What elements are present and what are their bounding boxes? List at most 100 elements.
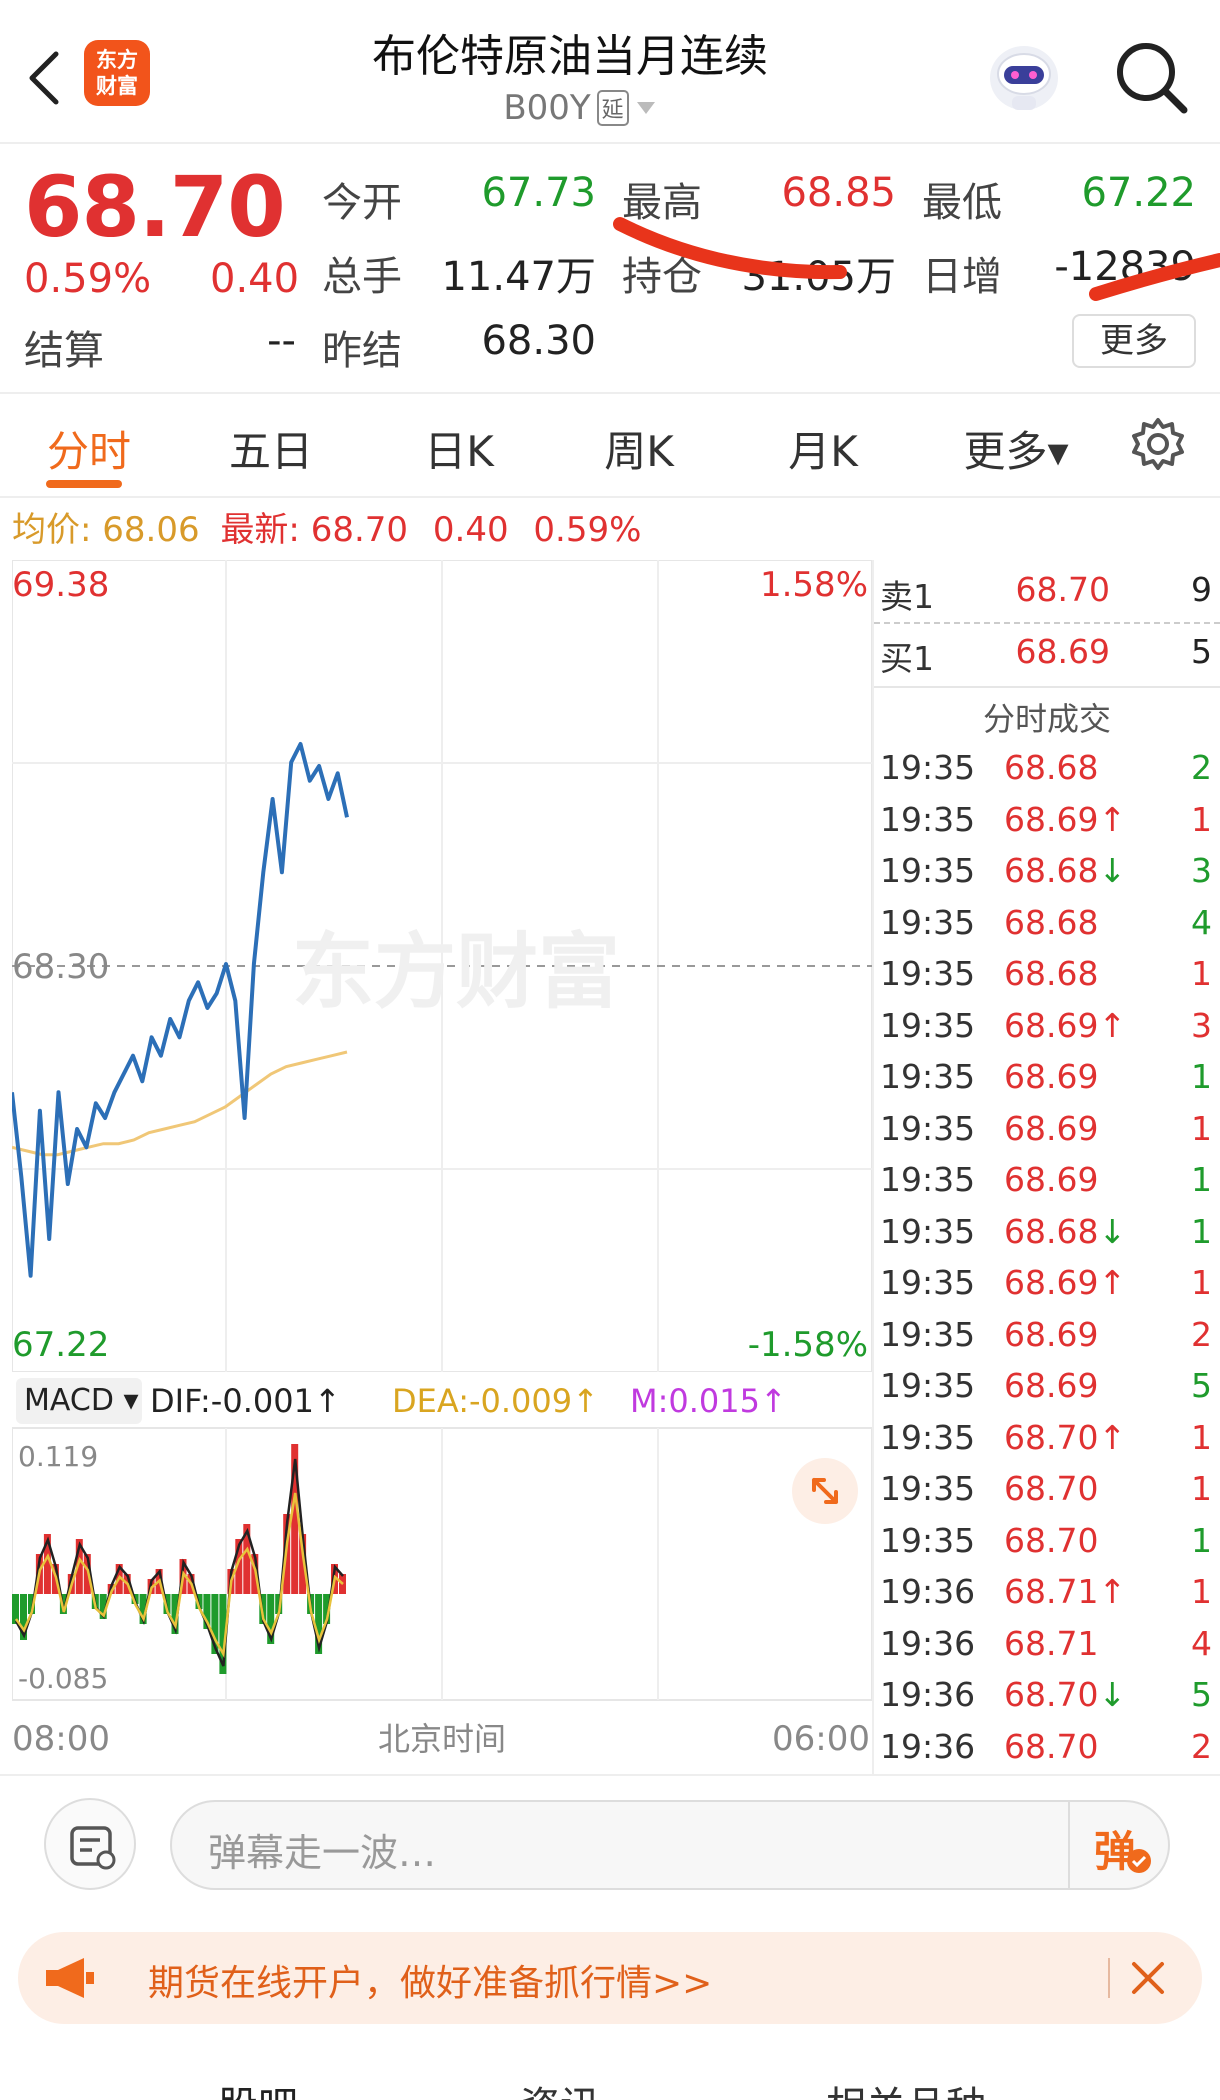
check-badge-icon [1127,1849,1151,1873]
logo-text: 东方 [96,48,138,72]
more-quote-button[interactable]: 更多 [1072,314,1196,368]
trade-price: 68.70 [1004,1726,1099,1766]
trade-time: 19:35 [880,954,976,993]
trade-time: 19:36 [880,1623,976,1663]
expand-chart-button[interactable] [792,1458,858,1524]
trade-time: 19:36 [880,1726,976,1766]
comment-placeholder: 弹幕走一波… [208,1831,437,1875]
ask-price: 68.70 [1015,570,1110,609]
contract-code[interactable]: B00Y 延 [450,88,710,128]
avg-label: 均价: [12,510,92,550]
trade-row: 19:36 68.71 4 [874,1624,1220,1674]
trade-volume: 1 [1191,1057,1212,1096]
trade-volume: 1 [1191,1572,1212,1611]
trade-volume: 1 [1191,1211,1212,1251]
intraday-chart[interactable]: 东方财富 69.38 68.30 67.22 1.58% -1.58% 0.11… [10,559,873,1774]
trade-row: 19:35 68.68↓ 1 [874,1212,1220,1262]
trade-row: 19:35 68.69 2 [874,1315,1220,1365]
trade-volume: 1 [1191,799,1212,839]
page-title: 布伦特原油当月连续 [372,31,768,82]
top-bar: 东方 财富 布伦特原油当月连续 B00Y 延 [0,0,1220,142]
trade-price: 68.70↓ [1004,1675,1127,1714]
change-percent: 0.59% [24,256,152,302]
indicator-selector[interactable]: MACD ▾ [16,1378,142,1424]
trade-time: 19:36 [880,1675,976,1714]
trade-row: 19:35 68.70↑ 1 [874,1418,1220,1468]
app-logo[interactable]: 东方 财富 [84,40,150,106]
trade-volume: 4 [1191,1623,1212,1663]
tab-monthly-k[interactable]: 月K [778,418,868,479]
latest-change-pct: 0.59% [533,510,642,550]
robot-assistant-icon[interactable] [982,38,1066,118]
divider [1068,1802,1070,1888]
trade-row: 19:35 68.69↑ 1 [874,1263,1220,1313]
comment-input[interactable]: 弹幕走一波… 弹 [170,1800,1170,1890]
danmaku-settings-button[interactable] [44,1798,136,1890]
trade-time: 19:35 [880,1314,976,1354]
trade-time: 19:35 [880,799,976,839]
trade-volume: 1 [1191,1160,1212,1199]
tab-daily-k[interactable]: 日K [414,418,504,479]
x-axis-title: 北京时间 [378,1720,506,1758]
tab-weekly-k[interactable]: 周K [594,418,684,479]
trade-volume: 5 [1191,1675,1212,1714]
trade-row: 19:35 68.69↑ 1 [874,800,1220,850]
bid-row: 买1 68.69 5 [874,632,1220,682]
trade-time: 19:35 [880,1211,976,1251]
trade-volume: 2 [1191,1726,1212,1766]
trade-price: 68.71↑ [1004,1572,1127,1611]
list-settings-icon [70,1826,116,1870]
trade-row: 19:36 68.70 2 [874,1727,1220,1777]
close-icon[interactable] [1128,1958,1168,1998]
trade-row: 19:35 68.68 4 [874,903,1220,953]
volume-value: 11.47万 [441,254,596,300]
back-arrow-icon[interactable] [22,50,66,106]
x-end-label: 06:00 [772,1719,870,1759]
trade-volume: 1 [1191,1263,1212,1302]
tab-forum[interactable]: 股吧 [218,2074,298,2100]
trade-time: 19:35 [880,748,976,787]
trade-row: 19:35 68.68 2 [874,748,1220,798]
promo-text: 期货在线开户，做好准备抓行情>> [148,1963,713,2004]
trade-volume: 3 [1191,851,1212,890]
trade-row: 19:35 68.69 1 [874,1057,1220,1107]
trade-volume: 4 [1191,902,1212,942]
delay-badge: 延 [596,90,629,126]
active-tab-indicator [46,480,122,488]
prev-settle-value: 68.30 [481,318,596,364]
trade-price: 68.69 [1004,1108,1099,1148]
trade-row: 19:35 68.70 1 [874,1469,1220,1519]
intraday-info-line: 均价: 68.06 最新: 68.70 0.40 0.59% [0,500,1220,560]
trade-row: 19:36 68.71↑ 1 [874,1572,1220,1622]
tab-more[interactable]: 更多▾ [956,418,1076,479]
trade-volume: 1 [1191,1469,1212,1508]
trade-time: 19:35 [880,1108,976,1148]
settle-value: -- [267,318,296,364]
y-min-label: 67.22 [12,1325,109,1365]
settings-gear-icon[interactable] [1128,414,1188,474]
ask-label: 卖1 [880,577,934,616]
search-icon[interactable] [1112,38,1192,118]
trade-time: 19:35 [880,1417,976,1457]
megaphone-icon [46,1958,94,1998]
logo-text: 财富 [96,74,138,98]
trade-time: 19:35 [880,851,976,890]
tab-news[interactable]: 资讯 [520,2074,600,2100]
trade-price: 68.69↑ [1004,1005,1127,1045]
expand-icon [812,1478,838,1504]
open-value: 67.73 [481,170,596,216]
tab-related[interactable]: 相关品种 [826,2074,986,2100]
trade-row: 19:35 68.69 1 [874,1160,1220,1210]
trade-price: 68.69 [1004,1160,1099,1199]
macd-max-label: 0.119 [18,1440,98,1473]
y-max-label: 69.38 [12,565,109,605]
promo-banner[interactable]: 期货在线开户，做好准备抓行情>> [18,1932,1202,2024]
trade-price: 68.70↑ [1004,1417,1127,1457]
tab-intraday[interactable]: 分时 [44,418,134,479]
tab-five-day[interactable]: 五日 [226,418,316,479]
trade-time: 19:35 [880,1520,976,1560]
settle-label: 结算 [24,328,104,374]
divider [874,622,1220,624]
trade-row: 19:35 68.69 1 [874,1109,1220,1159]
volume-label: 总手 [322,254,402,300]
